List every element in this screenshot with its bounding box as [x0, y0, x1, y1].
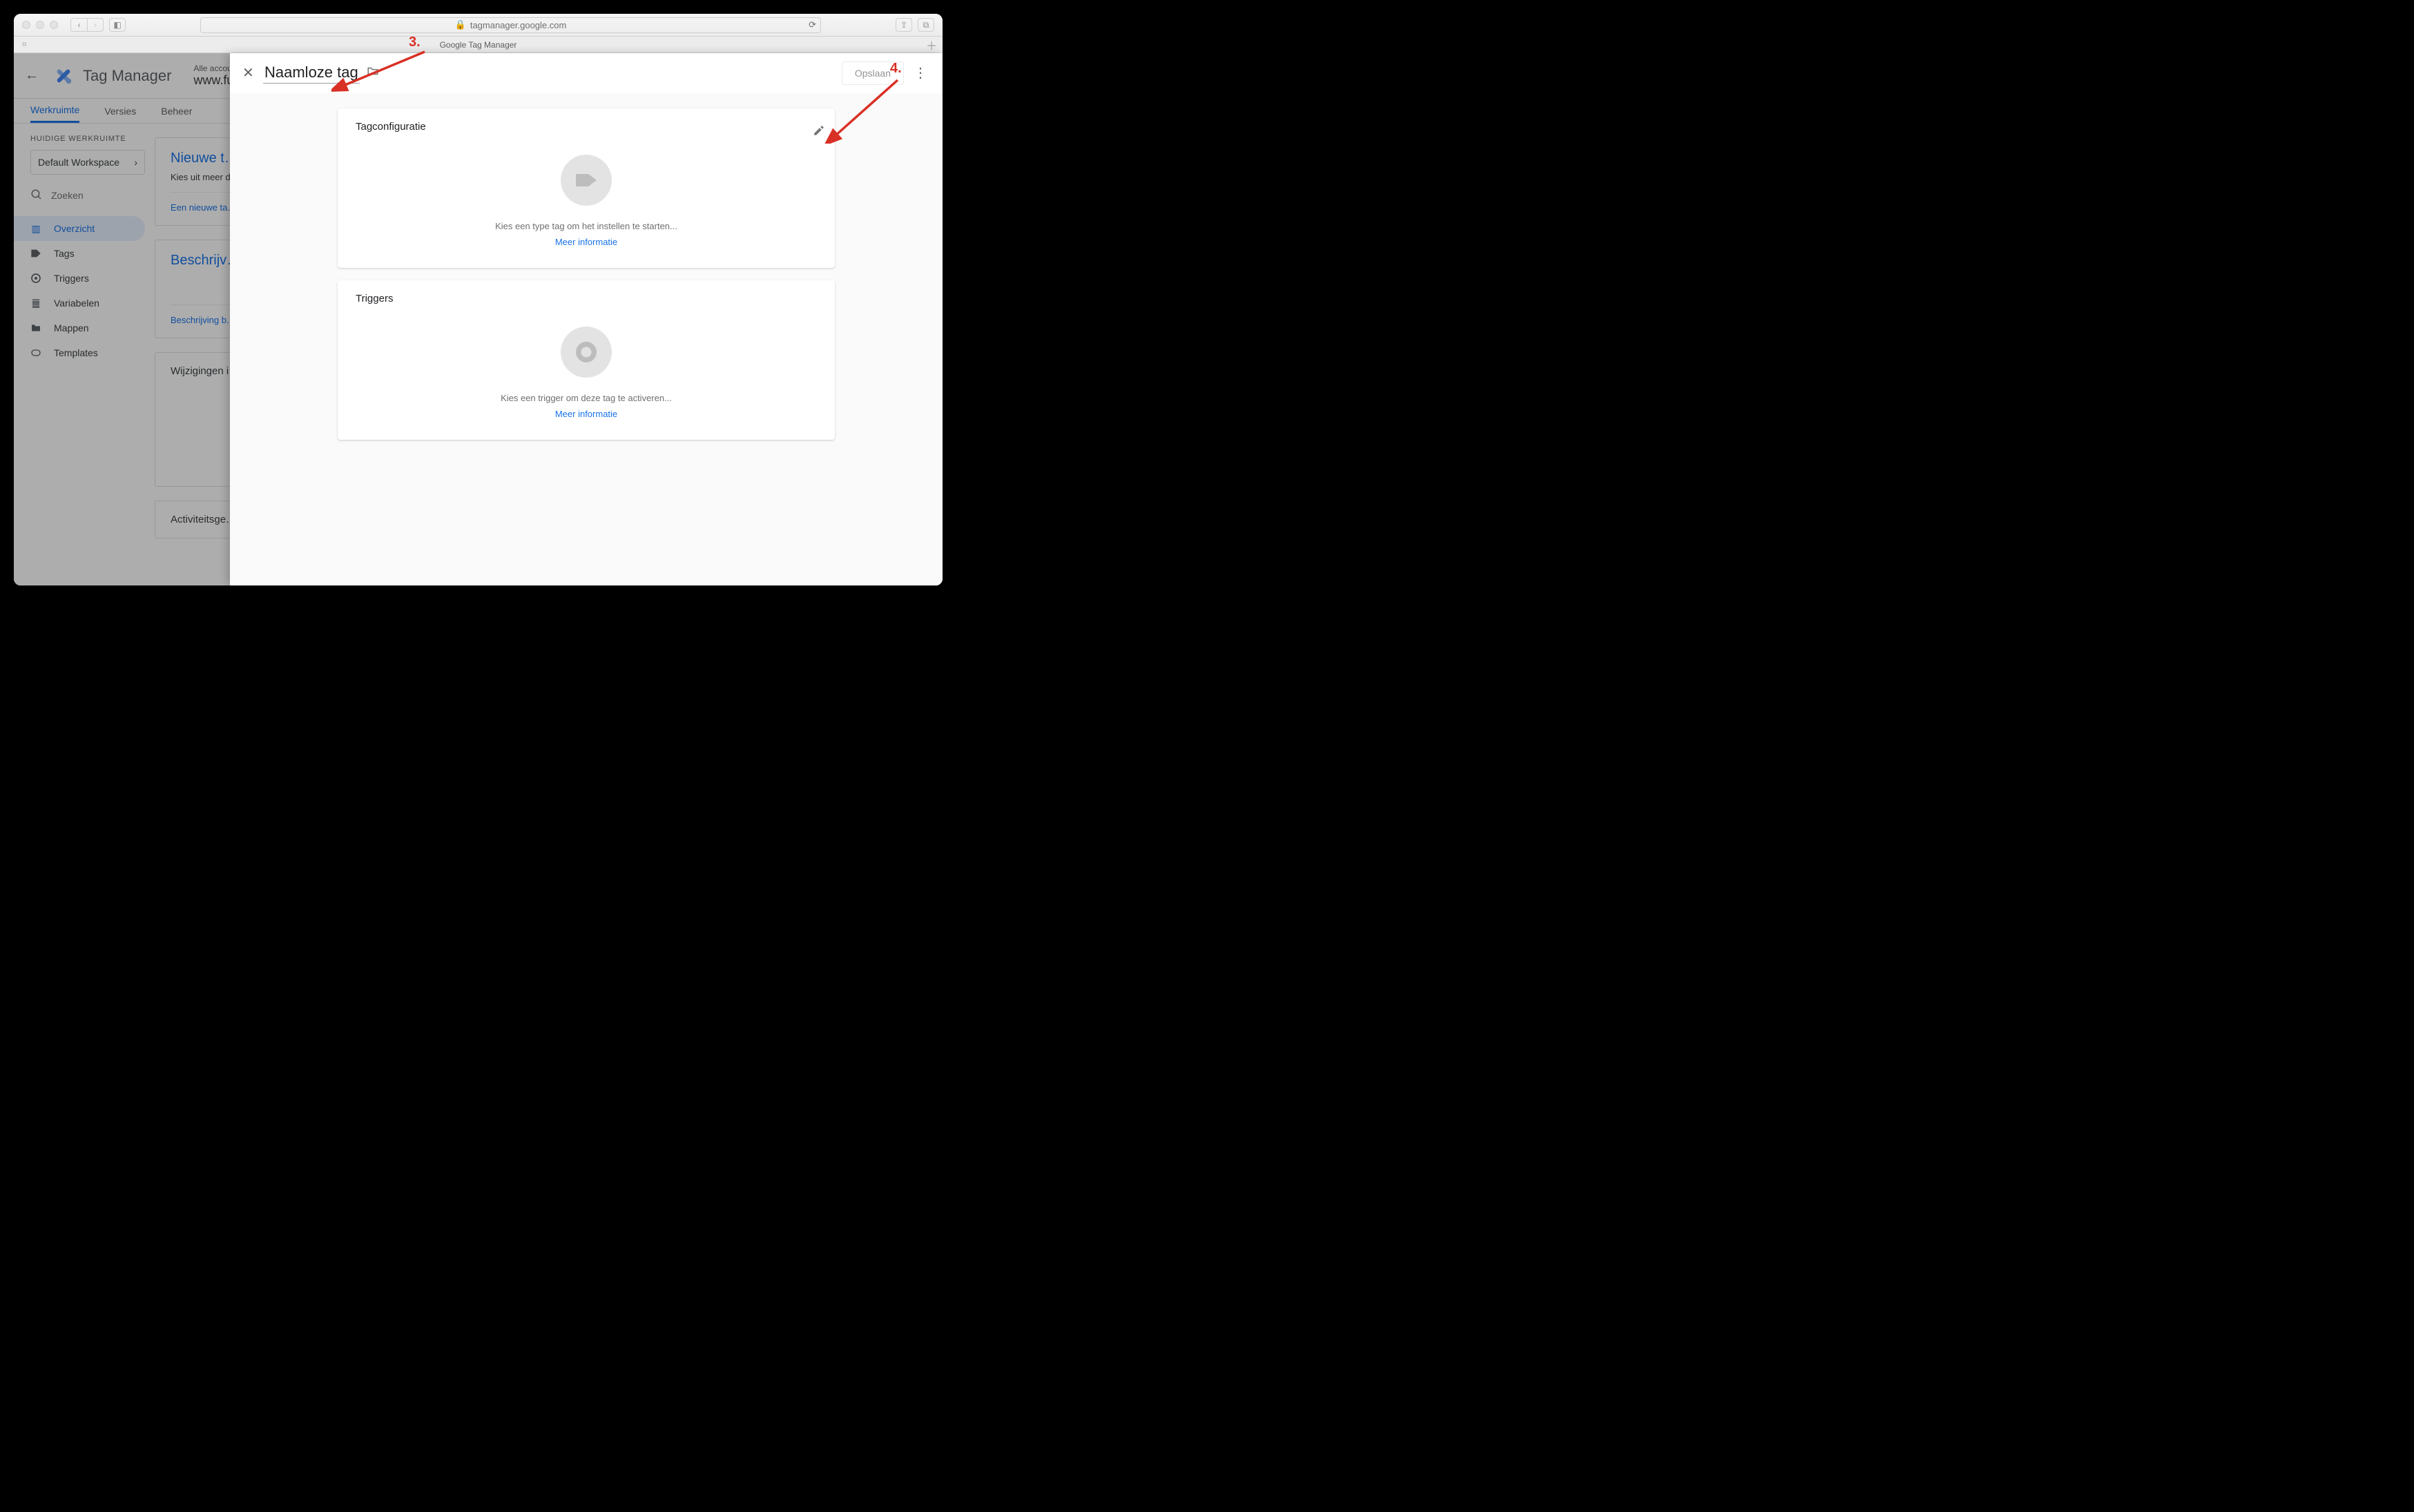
- lock-icon: 🔒: [455, 19, 466, 30]
- share-icon[interactable]: ⇪: [896, 18, 912, 32]
- browser-tab-title[interactable]: Google Tag Manager: [440, 40, 517, 50]
- pencil-icon[interactable]: [813, 124, 825, 140]
- tag-placeholder-icon: [561, 155, 612, 206]
- tabs-overview-icon[interactable]: ⧉: [918, 18, 934, 32]
- safari-toolbar: ‹ › ◧ 🔒 tagmanager.google.com ⟳ ⇪ ⧉: [14, 14, 943, 37]
- reload-icon[interactable]: ⟳: [809, 19, 816, 30]
- url-bar[interactable]: 🔒 tagmanager.google.com ⟳: [200, 17, 821, 33]
- window-controls[interactable]: [22, 21, 58, 29]
- folder-outline-icon[interactable]: [367, 65, 379, 81]
- config-more-info-link[interactable]: Meer informatie: [555, 237, 617, 247]
- annotation-label-4: 4.: [890, 61, 902, 77]
- tag-editor-modal: ✕ Opslaan ⋮ Tagconfiguratie Kies een typ…: [230, 53, 943, 585]
- nav-forward-icon: ›: [87, 18, 104, 32]
- tag-name-input[interactable]: [263, 62, 360, 84]
- tab-tree-icon[interactable]: ⌗: [22, 39, 27, 50]
- close-icon[interactable]: ✕: [242, 64, 263, 81]
- tag-config-panel[interactable]: Tagconfiguratie Kies een type tag om het…: [338, 108, 835, 268]
- url-host: tagmanager.google.com: [470, 20, 566, 30]
- nav-back-icon[interactable]: ‹: [70, 18, 87, 32]
- triggers-more-info-link[interactable]: Meer informatie: [555, 409, 617, 419]
- annotation-label-3: 3.: [409, 35, 421, 50]
- modal-header: ✕ Opslaan ⋮: [230, 53, 943, 93]
- more-menu-icon[interactable]: ⋮: [911, 64, 930, 81]
- trigger-placeholder-icon: [561, 327, 612, 378]
- sidebar-toggle-icon[interactable]: ◧: [109, 18, 126, 32]
- browser-window: ‹ › ◧ 🔒 tagmanager.google.com ⟳ ⇪ ⧉ ⌗ Go…: [14, 14, 943, 585]
- triggers-panel[interactable]: Triggers Kies een trigger om deze tag te…: [338, 280, 835, 440]
- new-tab-icon[interactable]: ＋: [926, 37, 937, 53]
- safari-tabbar: ⌗ Google Tag Manager ＋: [14, 37, 943, 53]
